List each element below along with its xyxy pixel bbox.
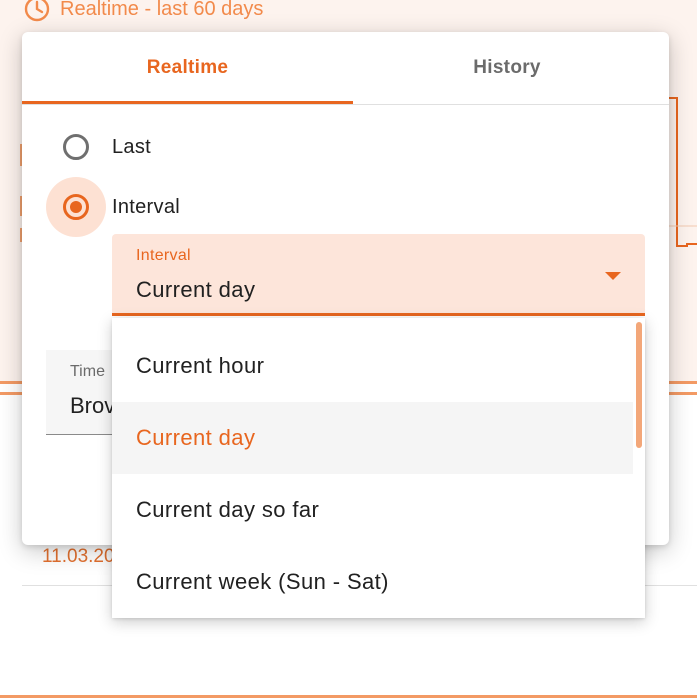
interval-select-label: Interval	[136, 247, 191, 264]
tab-bar: Realtime History	[22, 32, 669, 105]
clock-icon	[24, 0, 50, 22]
radio-last[interactable]: Last	[46, 117, 151, 177]
menu-option-current-day[interactable]: Current day	[112, 402, 633, 474]
menu-scrollbar[interactable]	[636, 322, 642, 448]
timezone-field[interactable]: Time Brov	[46, 350, 116, 435]
radio-unchecked-icon	[63, 134, 89, 160]
tab-history[interactable]: History	[345, 32, 669, 104]
interval-select[interactable]: Interval Current day	[112, 234, 645, 316]
menu-option-current-day-so-far[interactable]: Current day so far	[112, 474, 633, 546]
menu-option-current-week[interactable]: Current week (Sun - Sat)	[112, 546, 633, 618]
radio-last-target[interactable]	[46, 117, 106, 177]
radio-interval-label: Interval	[112, 195, 180, 218]
interval-options-menu: Current hour Current day Current day so …	[112, 318, 645, 618]
radio-last-label: Last	[112, 135, 152, 158]
radio-checked-icon	[63, 194, 89, 220]
radio-interval[interactable]: Interval	[46, 177, 180, 237]
dropdown-arrow-icon	[605, 272, 621, 280]
active-tab-indicator	[22, 101, 353, 104]
tab-realtime[interactable]: Realtime	[22, 32, 353, 104]
interval-select-value: Current day	[136, 277, 256, 302]
background-header-text: Realtime - last 60 days	[60, 0, 264, 20]
background-date: 11.03.20	[42, 546, 115, 567]
timezone-field-label: Time	[70, 363, 105, 380]
timezone-field-value: Brov	[70, 393, 116, 418]
background-header[interactable]: Realtime - last 60 days	[24, 0, 263, 22]
menu-option-current-hour[interactable]: Current hour	[112, 330, 633, 402]
radio-interval-target[interactable]	[46, 177, 106, 237]
